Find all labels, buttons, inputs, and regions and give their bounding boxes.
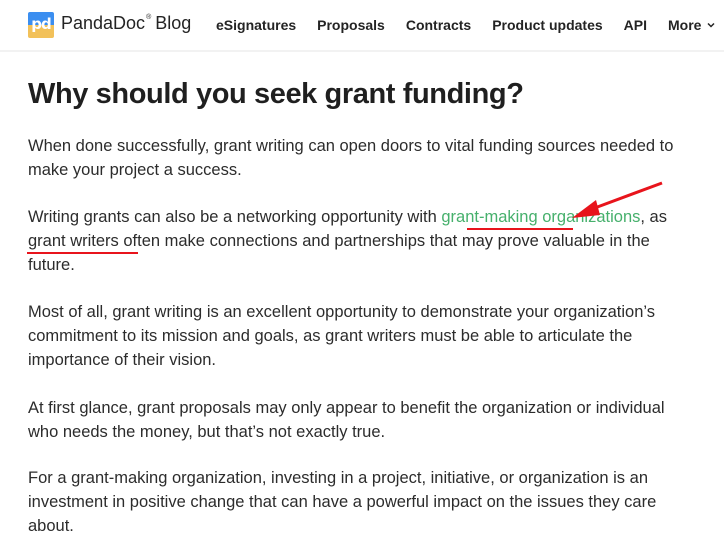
brand-suffix: Blog (155, 13, 192, 33)
brand-name: PandaDoc (61, 13, 146, 33)
registered-mark: ® (146, 14, 152, 21)
pandadoc-logo-icon[interactable]: pd (28, 12, 54, 38)
paragraph-2: Writing grants can also be a networking … (28, 205, 668, 277)
nav-contracts[interactable]: Contracts (406, 17, 471, 33)
paragraph-2-text-before: Writing grants can also be a networking … (28, 208, 442, 226)
paragraph-3: Most of all, grant writing is an excelle… (28, 303, 656, 369)
paragraph-5: For a grant-making organization, investi… (28, 469, 657, 535)
grant-making-organizations-link[interactable]: grant-making organizations (441, 208, 640, 226)
chevron-down-icon (707, 22, 715, 28)
logo-glyph: pd (31, 15, 51, 33)
paragraph-4: At first glance, grant proposals may onl… (28, 399, 665, 441)
nav-more-dropdown[interactable]: More (668, 17, 715, 33)
paragraph-1: When done successfully, grant writing ca… (28, 137, 674, 179)
site-header: pd PandaDoc® Blog eSignatures Proposals C… (0, 0, 724, 52)
main-nav: eSignatures Proposals Contracts Product … (216, 17, 715, 33)
article-heading: Why should you seek grant funding? (28, 78, 524, 110)
nav-esignatures[interactable]: eSignatures (216, 17, 296, 33)
nav-proposals[interactable]: Proposals (317, 17, 385, 33)
nav-more-label: More (668, 17, 702, 33)
brand-title[interactable]: PandaDoc® Blog (61, 13, 191, 34)
nav-api[interactable]: API (624, 17, 647, 33)
nav-product-updates[interactable]: Product updates (492, 17, 602, 33)
